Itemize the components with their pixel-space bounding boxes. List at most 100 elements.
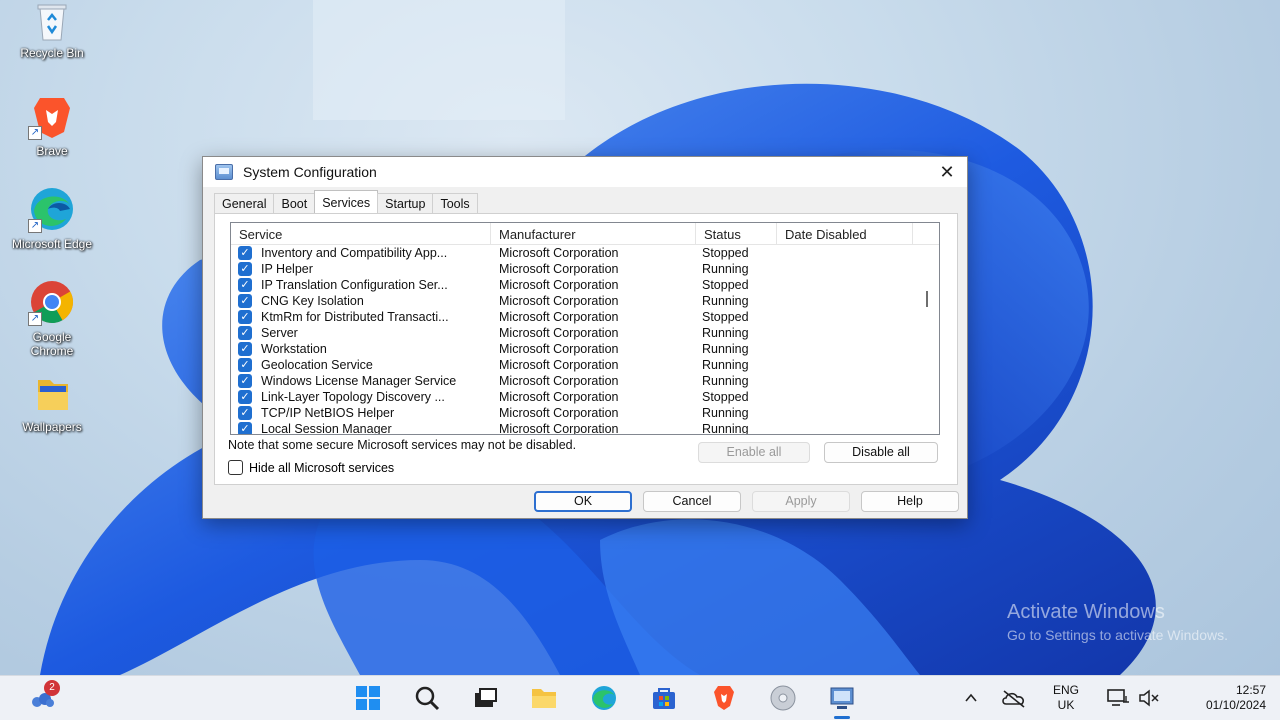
file-explorer-icon[interactable] [530, 684, 558, 712]
service-row[interactable]: ✓ KtmRm for Distributed Transacti... Micro… [231, 309, 939, 325]
title-bar: System Configuration ✕ [203, 157, 967, 187]
hide-microsoft-services-checkbox[interactable] [228, 460, 243, 475]
activate-windows-watermark: Activate Windows Go to Settings to activ… [1007, 601, 1228, 643]
hide-microsoft-services-option[interactable]: Hide all Microsoft services [228, 460, 394, 475]
edge-icon[interactable] [590, 684, 618, 712]
service-name: IP Helper [261, 262, 313, 276]
service-checkbox[interactable]: ✓ [238, 422, 252, 434]
manufacturer-cell: Microsoft Corporation [499, 310, 619, 324]
apply-button[interactable]: Apply [752, 491, 850, 512]
desktop-icon-recycle-bin[interactable]: Recycle Bin [10, 2, 94, 60]
service-checkbox[interactable]: ✓ [238, 390, 252, 404]
service-checkbox[interactable]: ✓ [238, 310, 252, 324]
service-row[interactable]: ✓ CNG Key Isolation Microsoft Corporation R… [231, 293, 939, 309]
service-row[interactable]: ✓ Workstation Microsoft Corporation Running [231, 341, 939, 357]
brave-icon[interactable] [710, 684, 738, 712]
tab-general[interactable]: General [214, 193, 275, 213]
service-name-cell: ✓ KtmRm for Distributed Transacti... [231, 310, 491, 324]
close-icon[interactable]: ✕ [927, 157, 967, 187]
task-view-icon[interactable] [471, 684, 499, 712]
search-icon[interactable] [413, 684, 441, 712]
start-icon[interactable] [354, 684, 382, 712]
tab-tools[interactable]: Tools [432, 193, 478, 213]
onedrive-offline-icon[interactable] [1000, 684, 1028, 712]
service-name-cell: ✓ IP Translation Configuration Ser... [231, 278, 491, 292]
service-name: Windows License Manager Service [261, 374, 457, 388]
watermark-title: Activate Windows [1007, 601, 1165, 623]
column-header-status[interactable]: Status [696, 223, 777, 244]
service-name: CNG Key Isolation [261, 294, 364, 308]
service-checkbox[interactable]: ✓ [238, 262, 252, 276]
services-rows: ✓ Inventory and Compatibility App... Micro… [231, 245, 939, 435]
watermark-subtitle: Go to Settings to activate Windows. [1007, 627, 1228, 643]
column-header-date-disabled[interactable]: Date Disabled [777, 223, 913, 244]
network-icon[interactable] [1104, 684, 1132, 712]
status-cell: Stopped [702, 390, 749, 404]
help-button[interactable]: Help [861, 491, 959, 512]
desktop-icon-label: Wallpapers [22, 420, 82, 434]
disable-all-button[interactable]: Disable all [824, 442, 938, 463]
clock-time: 12:57 [1235, 683, 1266, 697]
column-header-manufacturer[interactable]: Manufacturer [491, 223, 696, 244]
clock[interactable]: 12:57 01/10/2024 [1176, 683, 1272, 713]
store-icon[interactable] [650, 684, 678, 712]
manufacturer-cell: Microsoft Corporation [499, 294, 619, 308]
status-cell: Stopped [702, 310, 749, 324]
desktop-icon-chrome[interactable]: ↗ Google Chrome [10, 278, 94, 358]
service-name-cell: ✓ IP Helper [231, 262, 491, 276]
enable-all-button[interactable]: Enable all [698, 442, 810, 463]
service-checkbox[interactable]: ✓ [238, 278, 252, 292]
service-row[interactable]: ✓ IP Helper Microsoft Corporation Running [231, 261, 939, 277]
service-row[interactable]: ✓ Inventory and Compatibility App... Micro… [231, 245, 939, 261]
service-checkbox[interactable]: ✓ [238, 374, 252, 388]
manufacturer-cell: Microsoft Corporation [499, 262, 619, 276]
services-list[interactable]: Service Manufacturer Status Date Disable… [230, 222, 940, 435]
cancel-button[interactable]: Cancel [643, 491, 741, 512]
status-cell: Running [702, 342, 749, 356]
system-config-icon[interactable] [828, 684, 856, 712]
service-name-cell: ✓ Geolocation Service [231, 358, 491, 372]
tab-startup[interactable]: Startup [377, 193, 434, 213]
service-checkbox[interactable]: ✓ [238, 294, 252, 308]
status-cell: Stopped [702, 246, 749, 260]
edge-icon: ↗ [26, 185, 78, 233]
tab-strip: General Boot Services Startup Tools [214, 190, 478, 213]
service-name-cell: ✓ Local Session Manager [231, 422, 491, 434]
manufacturer-cell: Microsoft Corporation [499, 422, 619, 435]
service-row[interactable]: ✓ Windows License Manager Service Microsof… [231, 373, 939, 389]
disc-icon[interactable] [769, 684, 797, 712]
scrollbar-thumb[interactable] [926, 291, 928, 307]
shortcut-arrow-icon: ↗ [28, 219, 42, 233]
desktop-icon-wallpapers[interactable]: Wallpapers [10, 372, 94, 434]
weather-widget-icon[interactable]: 2 [28, 680, 60, 712]
service-row[interactable]: ✓ IP Translation Configuration Ser... Micr… [231, 277, 939, 293]
status-cell: Running [702, 358, 749, 372]
service-checkbox[interactable]: ✓ [238, 246, 252, 260]
service-checkbox[interactable]: ✓ [238, 406, 252, 420]
manufacturer-cell: Microsoft Corporation [499, 358, 619, 372]
services-panel: Service Manufacturer Status Date Disable… [214, 213, 958, 485]
tab-boot[interactable]: Boot [273, 193, 316, 213]
secure-services-note: Note that some secure Microsoft services… [228, 438, 577, 452]
service-row[interactable]: ✓ Local Session Manager Microsoft Corporat… [231, 421, 939, 435]
status-cell: Running [702, 262, 749, 276]
service-row[interactable]: ✓ Server Microsoft Corporation Running [231, 325, 939, 341]
volume-muted-icon[interactable] [1135, 684, 1163, 712]
desktop-icon-label: Brave [36, 144, 68, 158]
recycle-bin-icon [26, 2, 78, 42]
service-row[interactable]: ✓ TCP/IP NetBIOS Helper Microsoft Corporat… [231, 405, 939, 421]
service-row[interactable]: ✓ Geolocation Service Microsoft Corporatio… [231, 357, 939, 373]
service-checkbox[interactable]: ✓ [238, 358, 252, 372]
service-name: Link-Layer Topology Discovery ... [261, 390, 445, 404]
service-checkbox[interactable]: ✓ [238, 342, 252, 356]
service-name-cell: ✓ Link-Layer Topology Discovery ... [231, 390, 491, 404]
chevron-up-icon[interactable] [957, 684, 985, 712]
service-row[interactable]: ✓ Link-Layer Topology Discovery ... Micros… [231, 389, 939, 405]
tab-services[interactable]: Services [314, 190, 379, 213]
desktop-icon-brave[interactable]: ↗ Brave [10, 92, 94, 158]
column-header-service[interactable]: Service [231, 223, 491, 244]
ok-button[interactable]: OK [534, 491, 632, 512]
desktop-icon-edge[interactable]: ↗ Microsoft Edge [10, 185, 94, 251]
service-checkbox[interactable]: ✓ [238, 326, 252, 340]
input-language-indicator[interactable]: ENG UK [1046, 683, 1086, 713]
